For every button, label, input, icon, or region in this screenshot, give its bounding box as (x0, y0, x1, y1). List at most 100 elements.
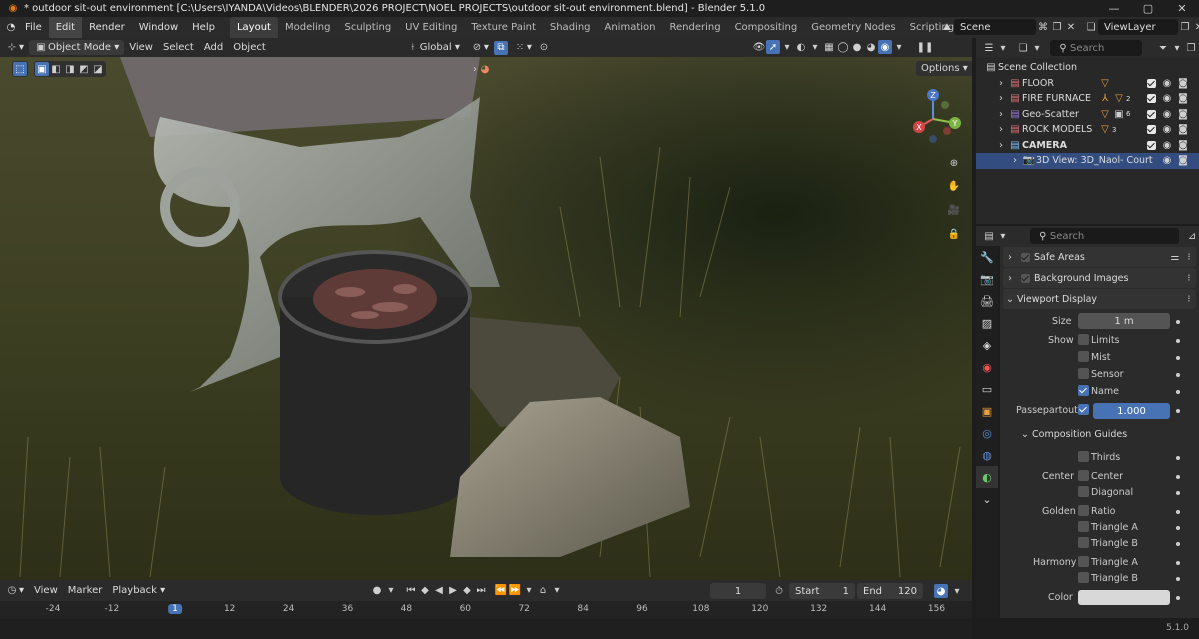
physics-tab-icon[interactable]: ◍ (976, 444, 998, 466)
menu-file[interactable]: File (18, 17, 49, 38)
zoom-icon[interactable]: ⊕ (947, 156, 961, 170)
orientation-dropdown[interactable]: ⟊ Global ▾ (401, 40, 465, 55)
menu-help[interactable]: Help (185, 17, 222, 38)
harmony-triangle-b-checkbox[interactable] (1078, 572, 1089, 583)
center-checkbox[interactable] (1078, 470, 1089, 481)
tab-rendering[interactable]: Rendering (662, 17, 727, 38)
3d-viewport[interactable]: ⬚ ▣ ◧ ◨ ◩ ◪ › ◕ Options ▾ Z Y X ⊕ ✋ 🎥 🔒 (0, 57, 972, 580)
properties-editor-dropdown-icon[interactable]: ▾ (996, 229, 1010, 243)
guide-color-swatch[interactable] (1078, 590, 1170, 605)
keyframe-dot[interactable] (1176, 510, 1180, 514)
rendered-shading-icon[interactable]: ◉ (878, 40, 892, 54)
record-dropdown-icon[interactable]: ▾ (384, 583, 398, 597)
lock-camera-icon[interactable]: 🔒 (947, 227, 961, 241)
keyframe-dot[interactable] (1176, 475, 1180, 479)
overlay-dropdown-icon[interactable]: ▾ (808, 40, 822, 54)
collection-tab-icon[interactable]: ▭ (976, 378, 998, 400)
xray-icon[interactable]: ▦ (822, 40, 836, 54)
select-subtract-icon[interactable]: ◨ (63, 62, 77, 76)
select-intersect-icon[interactable]: ◪ (91, 62, 105, 76)
camera-data-tab-icon[interactable]: ◐ (976, 466, 998, 488)
mode-dropdown[interactable]: ▣ Object Mode ▾ (29, 40, 125, 55)
eye-icon[interactable]: ◉ (1160, 154, 1174, 168)
properties-editor-type-icon[interactable]: ▤ (982, 229, 996, 243)
menu-select[interactable]: Select (158, 40, 199, 55)
render-preview-icon[interactable]: ◕ (478, 62, 492, 76)
shading-dropdown-icon[interactable]: ▾ (892, 40, 906, 54)
outliner-item-camera[interactable]: › ▤ CAMERA ◉ ◙ (976, 138, 1199, 154)
blender-menu-icon[interactable]: ◔ (4, 21, 18, 35)
view-layer-tab-icon[interactable]: ▨ (976, 312, 998, 334)
scene-selector[interactable]: Scene (954, 19, 1036, 35)
tabs-more-icon[interactable]: ⌄ (976, 488, 998, 510)
view-layer-selector[interactable]: ViewLayer (1098, 19, 1178, 35)
select-new-icon[interactable]: ▣ (35, 62, 49, 76)
tab-compositing[interactable]: Compositing (728, 17, 805, 38)
thirds-checkbox[interactable] (1078, 451, 1089, 462)
start-frame-field[interactable]: Start 1 (789, 583, 855, 599)
sensor-checkbox[interactable] (1078, 368, 1089, 379)
background-images-panel[interactable]: › Background Images ⁝ (1003, 268, 1196, 288)
presets-icon[interactable]: ⚌ (1168, 250, 1182, 264)
close-button[interactable]: ✕ (1165, 0, 1199, 17)
tab-sculpting[interactable]: Sculpting (337, 17, 398, 38)
overlay-icon[interactable]: ◐ (794, 40, 808, 54)
editor-type-dropdown[interactable]: ⊹ ▾ (0, 40, 29, 55)
tab-texture-paint[interactable]: Texture Paint (464, 17, 543, 38)
outliner-item-3d-view[interactable]: › 📷 3D View: 3D_Naol- Court ◉ ◙ (976, 153, 1199, 169)
tab-animation[interactable]: Animation (598, 17, 663, 38)
timeline-area[interactable] (0, 619, 972, 639)
include-checkbox[interactable] (1147, 140, 1156, 150)
properties-search-input[interactable]: ⚲ Search (1029, 228, 1180, 244)
tool-tab-icon[interactable]: 🔧 (976, 246, 998, 268)
menu-view[interactable]: View (124, 40, 158, 55)
outliner-search-input[interactable]: ⚲ Search (1050, 40, 1142, 56)
record-icon[interactable]: ● (370, 583, 384, 597)
composition-guides-subpanel[interactable]: ⌄ Composition Guides (1018, 427, 1127, 441)
timeline-view-icon[interactable]: ◕ (934, 584, 948, 598)
tab-geometry-nodes[interactable]: Geometry Nodes (804, 17, 902, 38)
scene-icon[interactable]: ⛰ (940, 20, 954, 34)
output-tab-icon[interactable]: 🖨 (976, 290, 998, 312)
render-tab-icon[interactable]: 📷 (976, 268, 998, 290)
expand-arrow-icon[interactable]: › (994, 123, 1008, 137)
display-mode-dropdown-icon[interactable]: ▾ (1030, 41, 1044, 55)
jump-start-icon[interactable]: ⏮ (404, 583, 418, 597)
filter-dropdown-icon[interactable]: ▾ (1170, 41, 1184, 55)
mist-checkbox[interactable] (1078, 351, 1089, 362)
object-tab-icon[interactable]: ▣ (976, 400, 998, 422)
keyframe-dot[interactable] (1176, 339, 1180, 343)
navigation-gizmo[interactable]: Z Y X (905, 87, 965, 147)
proportional-edit-icon[interactable]: ⊙ (537, 41, 551, 55)
maximize-button[interactable]: ▢ (1131, 0, 1165, 17)
include-checkbox[interactable] (1147, 94, 1156, 104)
keyframe-dot[interactable] (1176, 320, 1180, 324)
jump-end-icon[interactable]: ⏭ (474, 583, 488, 597)
play-reverse-icon[interactable]: ◀ (432, 583, 446, 597)
safe-areas-checkbox[interactable] (1021, 252, 1030, 262)
name-checkbox[interactable] (1078, 385, 1089, 396)
expand-arrow-icon[interactable]: › (994, 76, 1008, 90)
menu-add[interactable]: Add (199, 40, 228, 55)
camera-view-icon[interactable]: 🎥 (947, 203, 961, 217)
pan-hand-icon[interactable]: ✋ (947, 179, 961, 193)
current-frame-field[interactable]: 1 (710, 583, 766, 599)
golden-triangle-a-checkbox[interactable] (1078, 521, 1089, 532)
render-camera-icon[interactable]: ◙ (1176, 107, 1190, 121)
safe-areas-panel[interactable]: › Safe Areas ⚌ ⁝ (1003, 247, 1196, 267)
pause-render-icon[interactable]: ❚❚ (917, 40, 934, 54)
passepartout-alpha-slider[interactable]: 1.000 (1093, 403, 1170, 419)
keyframe-dot[interactable] (1176, 542, 1180, 546)
scene-tab-icon[interactable]: ◈ (976, 334, 998, 356)
menu-render[interactable]: Render (82, 17, 132, 38)
keyframe-dot[interactable] (1176, 456, 1180, 460)
timeline-ruler[interactable]: -24 -12 1 12 24 36 48 60 72 84 96 108 120 132 144 156 (0, 601, 972, 619)
render-camera-icon[interactable]: ◙ (1176, 76, 1190, 90)
display-mode-icon[interactable]: ❏ (1016, 41, 1030, 55)
eye-icon[interactable]: ◉ (1160, 107, 1174, 121)
select-box-tool-icon[interactable]: ⬚ (13, 62, 27, 76)
render-camera-icon[interactable]: ◙ (1176, 92, 1190, 106)
next-keyframe-icon[interactable]: ◆ (460, 583, 474, 597)
golden-ratio-checkbox[interactable] (1078, 505, 1089, 516)
drag-handle-icon[interactable]: ⁝ (1182, 250, 1196, 264)
